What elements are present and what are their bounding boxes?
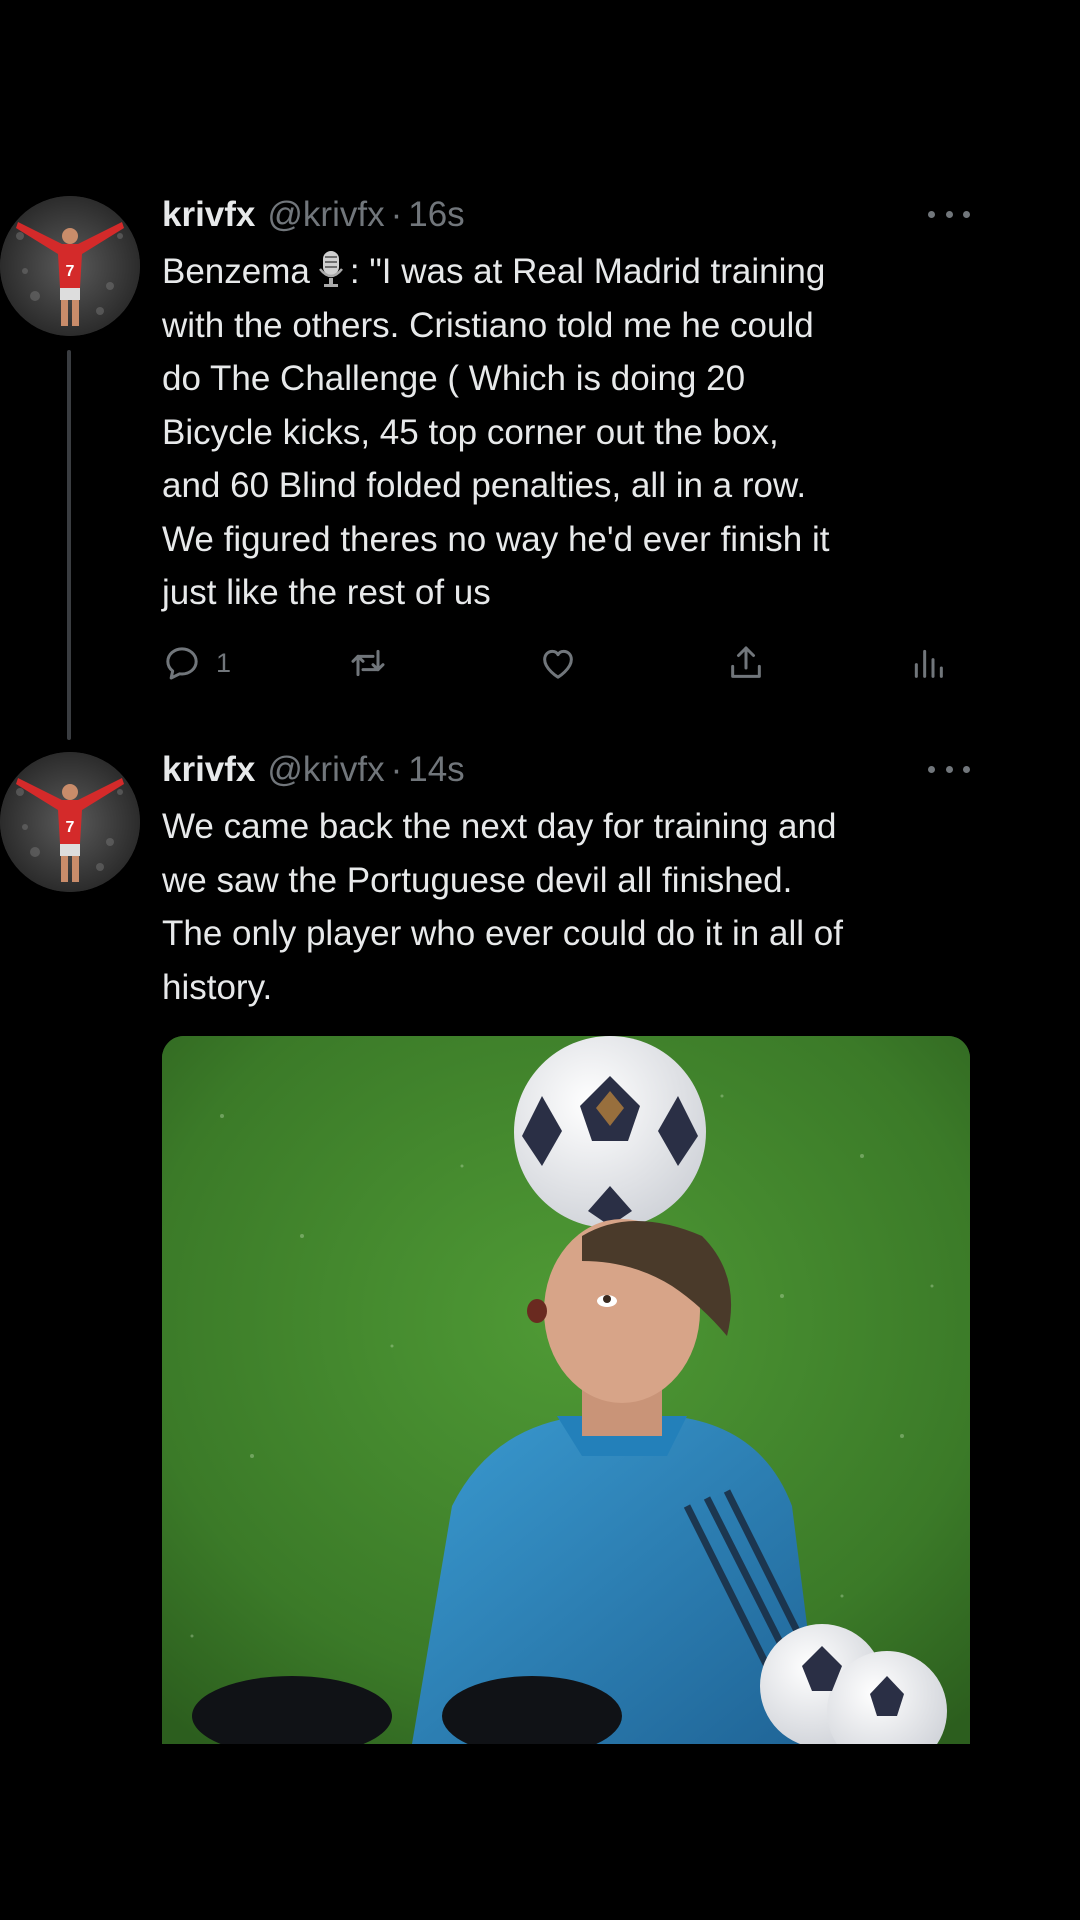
tweet-line-text: "I was at Real Madrid training [369, 252, 826, 291]
display-name[interactable]: krivfx [162, 748, 255, 792]
display-name[interactable]: krivfx [162, 193, 255, 237]
avatar-icon: 7 [0, 752, 140, 892]
tweet-line: and 60 Blind folded penalties, all in a … [162, 466, 807, 505]
reply-icon [166, 647, 198, 680]
reply-button[interactable]: 1 [162, 640, 231, 686]
avatar[interactable]: 7 [0, 196, 140, 336]
tweet-line: history. [162, 967, 273, 1007]
more-options-button[interactable] [928, 763, 970, 775]
tweet-line: Bicycle kicks, 45 top corner out the box… [162, 412, 779, 452]
tweet-text: We came back the next day for training a… [162, 800, 992, 1014]
avatar-icon: 7 [0, 196, 140, 336]
more-icon [928, 210, 935, 218]
tweet-line: do The Challenge ( Which is doing 20 [162, 359, 746, 398]
heart-icon [543, 649, 573, 679]
photo-player-heading-ball [162, 1036, 970, 1744]
user-handle[interactable]: @krivfx [267, 193, 384, 237]
share-icon [731, 646, 761, 678]
timestamp[interactable]: 16s [408, 193, 464, 237]
lead-text: Benzema [162, 252, 310, 291]
svg-text:7: 7 [66, 819, 75, 836]
separator: · [390, 195, 403, 234]
analytics-button[interactable] [908, 640, 948, 686]
tweet-header: krivfx @krivfx · 14s [162, 748, 465, 792]
retweet-icon [351, 649, 385, 677]
tweet-text: Benzema: "I was at Real Madrid training … [162, 245, 992, 620]
reply-count: 1 [216, 647, 232, 678]
tweet-line: we saw the Portuguese devil all finished… [162, 860, 793, 900]
microphone-icon [318, 251, 343, 287]
share-button[interactable] [726, 640, 766, 686]
like-button[interactable] [538, 640, 578, 686]
tweet-line: just like the rest of us [162, 573, 491, 612]
tweet-line: We came back the next day for training a… [162, 807, 837, 846]
thread-connector [67, 350, 71, 740]
tweet-line: We figured theres no way he'd ever finis… [162, 519, 830, 559]
more-icon [928, 765, 935, 773]
tweet-line: with the others. Cristiano told me he co… [162, 305, 814, 345]
lead-suffix: : [349, 252, 360, 291]
tweet-line: The only player who ever could do it in … [162, 914, 843, 953]
avatar[interactable]: 7 [0, 752, 140, 892]
user-handle[interactable]: @krivfx [267, 748, 384, 792]
tweet-line: Benzema: "I was at Real Madrid training [162, 245, 992, 299]
tweet-media-image[interactable] [162, 1036, 970, 1744]
separator: · [390, 750, 403, 789]
analytics-icon [914, 649, 943, 678]
svg-text:7: 7 [66, 263, 75, 280]
tweet-header: krivfx @krivfx · 16s [162, 193, 465, 237]
more-options-button[interactable] [928, 208, 970, 220]
tweet-actions: 1 [162, 640, 962, 686]
retweet-button[interactable] [348, 640, 388, 686]
timestamp[interactable]: 14s [408, 748, 464, 792]
